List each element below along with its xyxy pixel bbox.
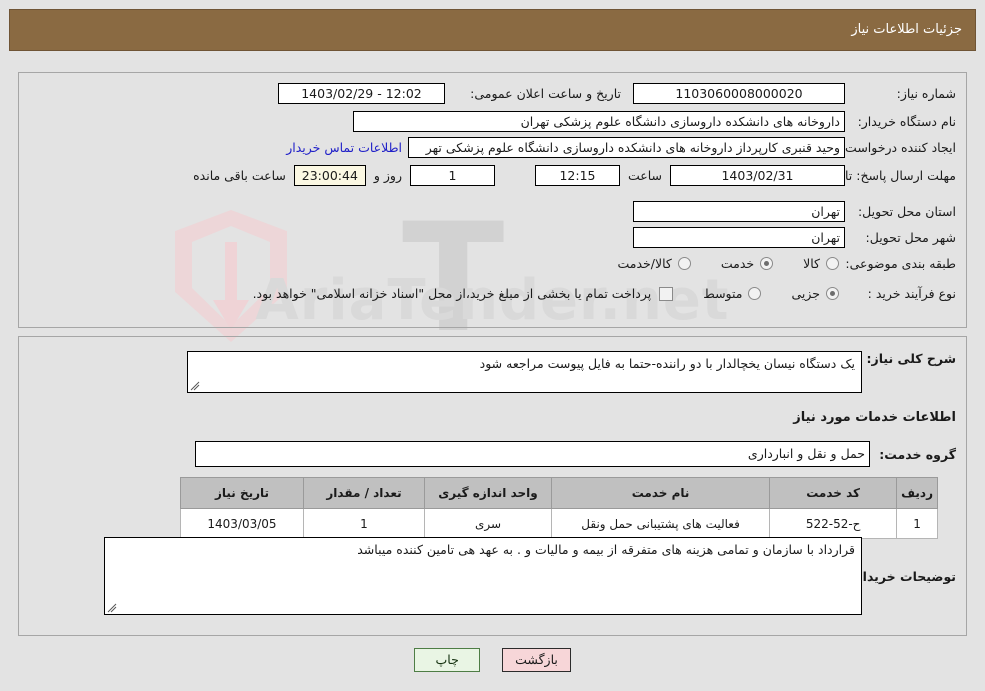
service-group-value: حمل و نقل و انبارداری — [195, 441, 870, 467]
page-header-bar: جزئیات اطلاعات نیاز — [9, 9, 976, 51]
requester-row: ایجاد کننده درخواست: وحید قنبری کارپرداز… — [286, 137, 956, 158]
services-table-wrapper: ردیف کد خدمت نام خدمت واحد اندازه گیری ت… — [180, 477, 938, 539]
process-row: نوع فرآیند خرید : جزیی متوسط پرداخت تمام… — [253, 286, 956, 301]
radio-icon-khedmat[interactable] — [760, 257, 774, 270]
province-value: تهران — [633, 201, 845, 222]
process-label: نوع فرآیند خرید : — [867, 286, 956, 301]
city-label: شهر محل تحویل: — [865, 230, 956, 245]
need-number-label: شماره نیاز: — [896, 86, 956, 101]
city-row: شهر محل تحویل: تهران — [633, 227, 956, 248]
buyer-notes-value: قرارداد با سازمان و تمامی هزینه های متفر… — [357, 542, 855, 557]
province-label: استان محل تحویل: — [857, 204, 956, 219]
category-label: طبقه بندی موضوعی: — [845, 256, 956, 271]
page-root: T AriaTender.net جزئیات اطلاعات نیاز شما… — [0, 0, 985, 691]
service-group-label: گروه خدمت: — [879, 446, 956, 462]
cell-unit: سری — [424, 508, 552, 539]
category-option-kala-khedmat[interactable]: کالا/خدمت — [617, 256, 691, 271]
need-info-panel: شماره نیاز: 1103060008000020 تاریخ و ساع… — [18, 72, 967, 328]
buyer-org-row: نام دستگاه خریدار: داروخانه های دانشکده … — [353, 111, 956, 132]
radio-icon-motevaset[interactable] — [748, 287, 762, 300]
deadline-row: مهلت ارسال پاسخ: تا تاریخ: 1403/02/31 سا… — [193, 165, 956, 186]
resize-grip-icon-notes[interactable] — [107, 603, 117, 613]
page-title: جزئیات اطلاعات نیاز — [851, 22, 962, 37]
remaining-days-value: 1 — [409, 165, 495, 186]
process-option-label-0: جزیی — [791, 286, 820, 301]
remaining-clock-value: 23:00:44 — [293, 165, 366, 186]
category-option-khedmat[interactable]: خدمت — [720, 256, 774, 271]
cell-qty: 1 — [303, 508, 425, 539]
general-desc-row: شرح کلی نیاز: — [866, 351, 956, 366]
need-number-value: 1103060008000020 — [633, 83, 845, 104]
back-button[interactable]: بازگشت — [502, 648, 571, 672]
buyer-notes-row: توضیحات خریدار: — [850, 569, 956, 584]
requester-label: ایجاد کننده درخواست: — [840, 140, 956, 155]
payment-note-checkbox[interactable] — [659, 286, 674, 301]
service-group-row: گروه خدمت: حمل و نقل و انبارداری — [195, 441, 956, 467]
category-row: طبقه بندی موضوعی: کالا خدمت کالا/خدمت — [617, 256, 956, 271]
cell-name: فعالیت های پشتیبانی حمل ونقل — [550, 508, 771, 539]
city-value: تهران — [633, 227, 845, 248]
announce-datetime-label: تاریخ و ساعت اعلان عمومی: — [470, 86, 621, 101]
radio-icon-kala[interactable] — [826, 257, 839, 270]
hour-label: ساعت — [627, 168, 662, 183]
table-header-row: ردیف کد خدمت نام خدمت واحد اندازه گیری ت… — [180, 477, 938, 509]
announce-datetime-value: 12:02 - 1403/02/29 — [278, 83, 445, 104]
buyer-org-value: داروخانه های دانشکده داروسازی دانشگاه عل… — [353, 111, 845, 132]
table-header-name: نام خدمت — [550, 477, 771, 509]
services-heading-row: اطلاعات خدمات مورد نیاز — [793, 410, 956, 425]
table-header-qty: تعداد / مقدار — [303, 477, 425, 509]
table-header-unit: واحد اندازه گیری — [424, 477, 552, 509]
province-row: استان محل تحویل: تهران — [633, 201, 956, 222]
table-header-rownum: ردیف — [896, 477, 938, 509]
process-option-label-1: متوسط — [703, 286, 743, 301]
table-header-code: کد خدمت — [769, 477, 898, 509]
print-button[interactable]: چاپ — [414, 648, 481, 672]
days-and-label: روز و — [373, 168, 402, 183]
footer-buttons: بازگشت چاپ — [0, 648, 985, 672]
general-desc-textarea[interactable]: یک دستگاه نیسان یخچالدار با دو راننده-حت… — [187, 351, 862, 393]
general-desc-value: یک دستگاه نیسان یخچالدار با دو راننده-حت… — [479, 356, 855, 371]
process-option-jozi[interactable]: جزیی — [791, 286, 839, 301]
buyer-contact-link[interactable]: اطلاعات تماس خریدار — [286, 140, 402, 155]
buyer-notes-textarea[interactable]: قرارداد با سازمان و تمامی هزینه های متفر… — [104, 537, 862, 615]
need-details-panel: شرح کلی نیاز: یک دستگاه نیسان یخچالدار ب… — [18, 336, 967, 636]
cell-code: ح-52-522 — [769, 508, 898, 539]
announce-datetime-row: تاریخ و ساعت اعلان عمومی: 12:02 - 1403/0… — [278, 83, 621, 104]
services-table: ردیف کد خدمت نام خدمت واحد اندازه گیری ت… — [180, 477, 938, 539]
buyer-notes-label: توضیحات خریدار: — [850, 569, 956, 584]
deadline-time-value: 12:15 — [534, 165, 620, 186]
process-option-motevaset[interactable]: متوسط — [703, 286, 762, 301]
remaining-suffix-label: ساعت باقی مانده — [193, 168, 286, 183]
services-heading: اطلاعات خدمات مورد نیاز — [793, 410, 956, 425]
resize-grip-icon[interactable] — [190, 381, 200, 391]
deadline-date-value: 1403/02/31 — [670, 165, 845, 186]
cell-rownum: 1 — [896, 508, 938, 539]
radio-icon-kala-khedmat[interactable] — [677, 257, 691, 270]
category-option-label-0: کالا — [803, 256, 820, 271]
table-header-date: تاریخ نیاز — [180, 477, 304, 509]
payment-note-text: پرداخت تمام یا بخشی از مبلغ خرید،از محل … — [252, 286, 652, 301]
requester-value: وحید قنبری کارپرداز داروخانه های دانشکده… — [408, 137, 845, 158]
radio-icon-jozi[interactable] — [826, 287, 839, 300]
general-desc-label: شرح کلی نیاز: — [866, 351, 956, 366]
category-option-label-1: خدمت — [720, 256, 755, 271]
buyer-org-label: نام دستگاه خریدار: — [857, 114, 956, 129]
table-row: 1 ح-52-522 فعالیت های پشتیبانی حمل ونقل … — [180, 508, 938, 539]
need-number-row: شماره نیاز: 1103060008000020 — [633, 83, 956, 104]
deadline-label: مهلت ارسال پاسخ: تا تاریخ: — [811, 168, 956, 183]
category-option-kala[interactable]: کالا — [803, 256, 839, 271]
cell-date: 1403/03/05 — [180, 508, 304, 539]
category-option-label-2: کالا/خدمت — [617, 256, 672, 271]
